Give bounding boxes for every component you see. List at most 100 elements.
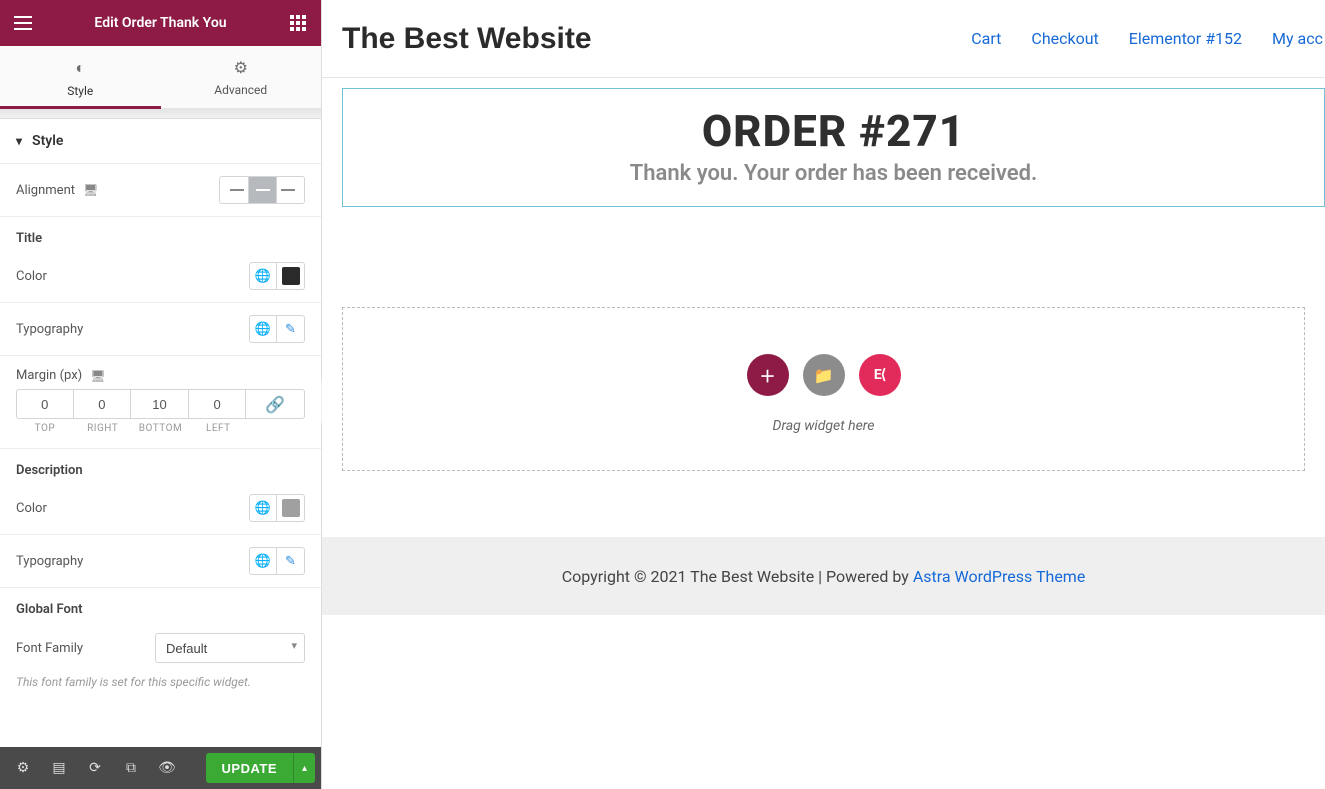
panel-header: Edit Order Thank You xyxy=(0,0,321,46)
drop-zone-text: Drag widget here xyxy=(353,418,1294,434)
desc-typography-label: Typography xyxy=(16,554,83,569)
globe-icon: 🌐 xyxy=(255,269,271,284)
plus-icon: ＋ xyxy=(759,363,775,387)
panel-title: Edit Order Thank You xyxy=(94,15,226,31)
panel-body: ▾ Style Alignment 🖥 Title Color xyxy=(0,119,321,747)
gear-icon: ⚙ xyxy=(161,58,322,77)
footer-navigator[interactable]: ▤ xyxy=(42,751,76,785)
margin-left-input[interactable] xyxy=(189,389,247,419)
section-global-font-heading: Global Font xyxy=(0,588,321,621)
eye-icon: 👁 xyxy=(158,760,176,776)
title-color-swatch[interactable] xyxy=(277,262,305,290)
layers-icon: ▤ xyxy=(52,760,65,776)
section-title-heading: Title xyxy=(0,217,321,250)
globe-icon: 🌐 xyxy=(255,501,271,516)
tab-advanced-label: Advanced xyxy=(161,83,322,97)
panel-footer: ⚙ ▤ ⟳ ⧉ 👁 UPDATE ▴ xyxy=(0,747,321,789)
nav-elementor-152[interactable]: Elementor #152 xyxy=(1129,29,1242,48)
menu-button[interactable] xyxy=(10,10,36,36)
nav-cart[interactable]: Cart xyxy=(971,29,1001,48)
nav-my-account[interactable]: My acc xyxy=(1272,29,1323,48)
control-font-family: Font Family Default xyxy=(0,621,321,675)
tab-advanced[interactable]: ⚙ Advanced xyxy=(161,46,322,108)
panel-tabs: ◐ Style ⚙ Advanced xyxy=(0,46,321,109)
link-icon: 🔗 xyxy=(265,395,285,414)
grid-icon xyxy=(290,15,306,31)
align-right[interactable] xyxy=(276,177,304,203)
globe-icon: 🌐 xyxy=(255,554,271,569)
globe-icon: 🌐 xyxy=(255,322,271,337)
control-title-typography: Typography 🌐 ✎ xyxy=(0,303,321,356)
control-title-margin: Margin (px) 🖥 🔗 TOP RIGHT BOTTOM LEFT xyxy=(0,356,321,449)
title-typography-label: Typography xyxy=(16,322,83,337)
footer-preview[interactable]: 👁 xyxy=(150,751,184,785)
add-template-button[interactable]: 📁 xyxy=(803,354,845,396)
accordion-style-label: Style xyxy=(32,133,63,149)
caret-down-icon: ▾ xyxy=(16,134,22,148)
desc-color-label: Color xyxy=(16,501,47,516)
margin-link-toggle[interactable]: 🔗 xyxy=(246,389,305,419)
pencil-icon: ✎ xyxy=(285,322,296,337)
margin-sub-bottom: BOTTOM xyxy=(132,423,190,434)
order-thank-you-widget[interactable]: ORDER #271 Thank you. Your order has bee… xyxy=(342,88,1325,207)
elementskit-button[interactable]: E⟨ xyxy=(859,354,901,396)
site-title: The Best Website xyxy=(342,22,592,56)
alignment-label: Alignment xyxy=(16,183,75,198)
tab-style[interactable]: ◐ Style xyxy=(0,46,161,108)
font-family-hint: This font family is set for this specifi… xyxy=(0,675,321,705)
title-typo-global[interactable]: 🌐 xyxy=(249,315,277,343)
contrast-icon: ◐ xyxy=(0,58,161,78)
caret-up-icon: ▴ xyxy=(302,763,307,774)
control-desc-color: Color 🌐 xyxy=(0,482,321,535)
footer-text: Copyright © 2021 The Best Website | Powe… xyxy=(562,567,913,586)
order-thanks-text: Thank you. Your order has been received. xyxy=(353,161,1314,186)
align-center[interactable] xyxy=(248,177,276,203)
ek-icon: E⟨ xyxy=(874,367,885,383)
margin-right-input[interactable] xyxy=(74,389,132,419)
widgets-button[interactable] xyxy=(285,10,311,36)
site-header: The Best Website Cart Checkout Elementor… xyxy=(322,0,1325,78)
title-color-global[interactable]: 🌐 xyxy=(249,262,277,290)
desktop-icon[interactable]: 🖥 xyxy=(90,369,105,383)
footer-theme-link[interactable]: Astra WordPress Theme xyxy=(913,567,1085,586)
update-button[interactable]: UPDATE xyxy=(206,753,293,783)
alignment-segmented xyxy=(219,176,305,204)
footer-settings[interactable]: ⚙ xyxy=(6,751,40,785)
tab-shadow xyxy=(0,109,321,119)
margin-top-input[interactable] xyxy=(16,389,74,419)
nav-checkout[interactable]: Checkout xyxy=(1031,29,1098,48)
align-left[interactable] xyxy=(220,177,248,203)
title-typo-edit[interactable]: ✎ xyxy=(277,315,305,343)
desktop-icon[interactable]: 🖥 xyxy=(83,183,98,197)
drop-zone[interactable]: ＋ 📁 E⟨ Drag widget here xyxy=(342,307,1305,471)
desc-typo-edit[interactable]: ✎ xyxy=(277,547,305,575)
font-family-label: Font Family xyxy=(16,641,83,656)
gear-icon: ⚙ xyxy=(17,760,30,776)
desc-color-global[interactable]: 🌐 xyxy=(249,494,277,522)
history-icon: ⟳ xyxy=(89,760,101,776)
control-desc-typography: Typography 🌐 ✎ xyxy=(0,535,321,588)
control-alignment: Alignment 🖥 xyxy=(0,164,321,217)
swatch-grey xyxy=(282,499,300,517)
accordion-style[interactable]: ▾ Style xyxy=(0,119,321,164)
site-nav: Cart Checkout Elementor #152 My acc xyxy=(971,29,1323,48)
desc-color-swatch[interactable] xyxy=(277,494,305,522)
editor-panel: Edit Order Thank You ◐ Style ⚙ Advanced … xyxy=(0,0,322,789)
site-footer: Copyright © 2021 The Best Website | Powe… xyxy=(322,537,1325,615)
control-title-color: Color 🌐 xyxy=(0,250,321,303)
folder-icon: 📁 xyxy=(814,366,834,385)
footer-responsive[interactable]: ⧉ xyxy=(114,751,148,785)
footer-history[interactable]: ⟳ xyxy=(78,751,112,785)
tab-style-label: Style xyxy=(0,84,161,98)
margin-sub-left: LEFT xyxy=(189,423,247,434)
update-caret[interactable]: ▴ xyxy=(293,753,315,783)
font-family-select[interactable]: Default xyxy=(155,633,305,663)
swatch-dark xyxy=(282,267,300,285)
hamburger-icon xyxy=(14,16,32,30)
desc-typo-global[interactable]: 🌐 xyxy=(249,547,277,575)
margin-bottom-input[interactable] xyxy=(131,389,189,419)
order-title: ORDER #271 xyxy=(353,105,1314,157)
pencil-icon: ✎ xyxy=(285,554,296,569)
add-section-button[interactable]: ＋ xyxy=(747,354,789,396)
preview-area: The Best Website Cart Checkout Elementor… xyxy=(322,0,1325,789)
